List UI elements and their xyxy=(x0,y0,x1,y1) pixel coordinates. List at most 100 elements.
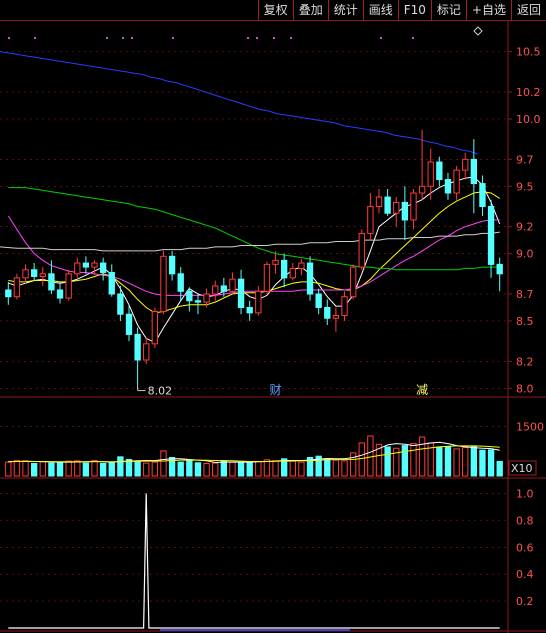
candle-body xyxy=(48,273,55,291)
low-price-label: 8.02 xyxy=(148,385,173,398)
event-marker: 减 xyxy=(416,383,428,397)
volume-bar xyxy=(220,460,227,477)
candle-body xyxy=(117,293,124,315)
volume-bar xyxy=(298,461,305,477)
volume-bar xyxy=(418,436,426,477)
volume-bar xyxy=(82,462,90,477)
stock-chart: 10.5 10.2 10.0 9.7 9.5 9.2 9.0 8.7 8.5 8.2 8.0 8.02… xyxy=(0,21,546,633)
candle xyxy=(375,188,383,214)
candle-body xyxy=(39,273,46,278)
candle xyxy=(281,253,288,288)
candle-body xyxy=(151,311,159,345)
volume-bar xyxy=(177,461,184,477)
candle xyxy=(134,327,141,386)
candle xyxy=(453,166,460,200)
candle-body xyxy=(31,269,38,278)
candle xyxy=(212,280,219,301)
diamond-icon xyxy=(473,26,483,36)
candle xyxy=(349,264,357,300)
volume-ma10-line xyxy=(8,445,500,463)
candle-body xyxy=(427,161,434,187)
candle-body xyxy=(203,293,210,303)
price-tick-label: 9.5 xyxy=(516,180,534,193)
price-tick-label: 10.5 xyxy=(516,46,541,59)
volume-bar xyxy=(56,461,64,477)
top-dot xyxy=(8,37,10,39)
ma10-line xyxy=(8,191,500,314)
candle-body xyxy=(255,290,262,314)
candle xyxy=(401,186,409,241)
candle xyxy=(99,257,107,281)
candle-body xyxy=(134,333,141,361)
candle-body xyxy=(56,289,64,299)
volume-bar xyxy=(470,445,478,477)
top-dot xyxy=(380,37,382,39)
candle-body xyxy=(324,306,331,319)
volume-bar xyxy=(272,460,279,477)
candle xyxy=(168,250,176,281)
candle xyxy=(263,261,271,295)
toolbar-button-5[interactable]: 标记 xyxy=(430,0,466,20)
candle-body xyxy=(367,205,374,234)
candle-body xyxy=(479,183,486,207)
volume-bar xyxy=(134,460,141,477)
candle-body xyxy=(91,262,98,268)
toolbar-button-6[interactable]: +自选 xyxy=(465,0,511,20)
price-tick-label: 10.0 xyxy=(516,113,541,126)
ma5-line xyxy=(8,176,501,344)
volume-bar xyxy=(324,458,331,477)
volume-bar xyxy=(39,461,46,477)
price-tick-label: 9.0 xyxy=(516,248,534,261)
volume-bar xyxy=(229,461,236,477)
candle xyxy=(31,263,38,281)
candle-body xyxy=(289,267,296,279)
indicator-tick-label: 1.0 xyxy=(516,487,534,500)
ma120-line xyxy=(0,231,500,252)
candle-body xyxy=(453,169,460,194)
volume-bar xyxy=(5,461,12,477)
toolbar-button-1[interactable]: 叠加 xyxy=(292,0,328,20)
volume-bar xyxy=(91,459,98,477)
candle xyxy=(65,269,72,301)
top-dot xyxy=(273,37,275,39)
volume-unit-label: X10 xyxy=(511,462,533,475)
candle-body xyxy=(82,262,90,268)
volume-bar xyxy=(401,445,409,477)
candle-body xyxy=(65,273,72,299)
volume-bar xyxy=(436,446,443,477)
top-dot xyxy=(412,37,414,39)
candle-body xyxy=(13,277,21,298)
candle-body xyxy=(229,278,236,292)
candle-body xyxy=(99,262,107,273)
volume-ma5-line xyxy=(8,441,500,464)
candle-body xyxy=(496,263,503,275)
toolbar-button-4[interactable]: F10 xyxy=(397,0,431,20)
candle xyxy=(289,263,296,281)
candle-body xyxy=(74,262,81,275)
volume-bar xyxy=(444,446,452,477)
volume-bar xyxy=(410,443,417,477)
candle-body xyxy=(281,259,288,279)
toolbar-button-3[interactable]: 画线 xyxy=(362,0,398,20)
candle xyxy=(255,285,262,316)
toolbar-button-2[interactable]: 统计 xyxy=(327,0,363,20)
candle xyxy=(393,197,400,227)
top-dot xyxy=(290,37,292,39)
candle xyxy=(384,188,391,216)
volume-bar xyxy=(203,462,210,477)
candle xyxy=(5,281,12,305)
candle-body xyxy=(375,196,383,207)
candle xyxy=(143,337,150,365)
candle-body xyxy=(212,285,219,295)
indicator-tick-label: 0.4 xyxy=(516,568,534,581)
volume-bar xyxy=(212,462,219,477)
toolbar-button-7[interactable]: 返回 xyxy=(510,0,546,20)
indicator-tick-label: 0.8 xyxy=(516,514,534,527)
toolbar-button-0[interactable]: 复权 xyxy=(257,0,293,20)
price-tick-label: 8.2 xyxy=(516,355,534,368)
candle xyxy=(194,294,202,315)
volume-bar xyxy=(453,448,460,477)
price-tick-label: 9.2 xyxy=(516,221,534,234)
ma250-line xyxy=(0,51,479,155)
candle xyxy=(298,258,305,276)
